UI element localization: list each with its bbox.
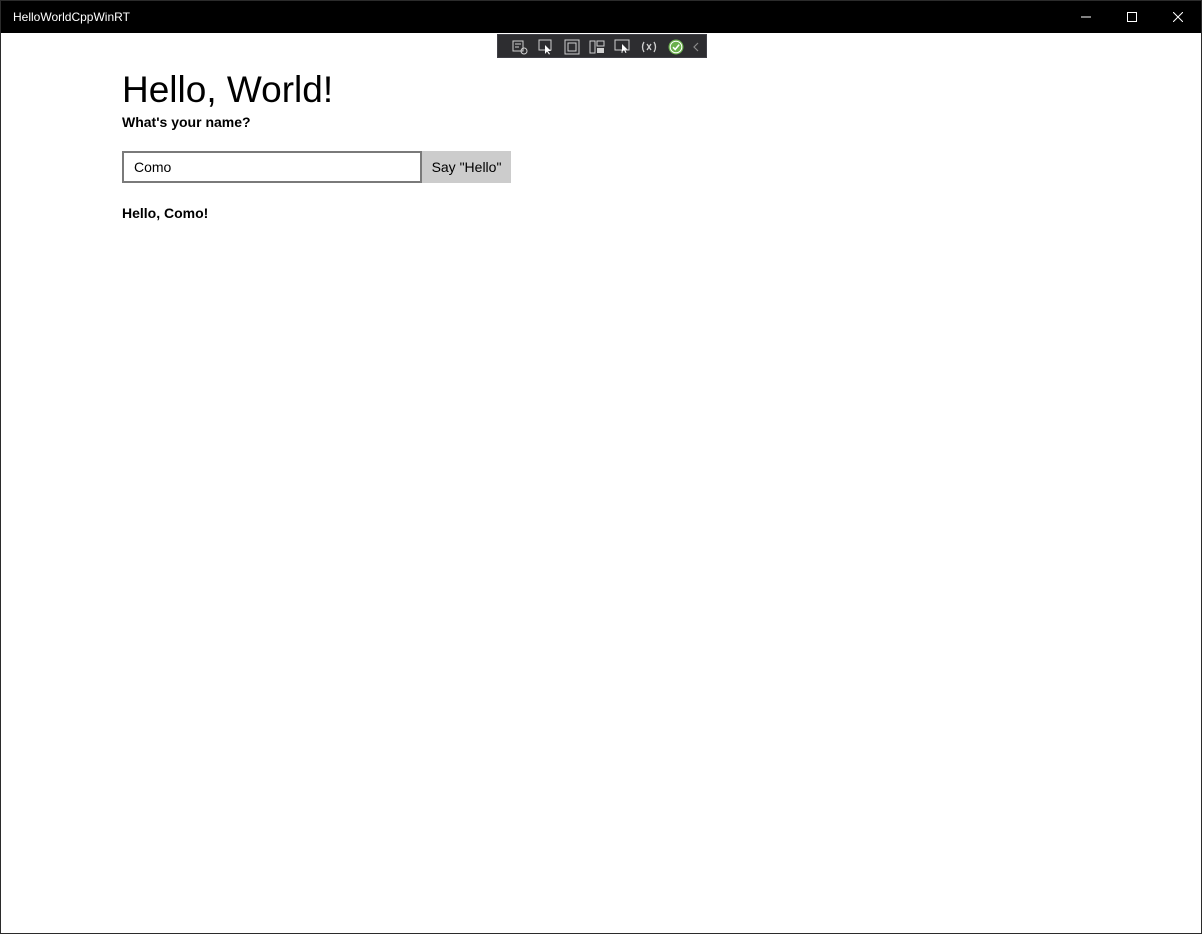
maximize-icon: [1127, 12, 1137, 22]
select-element-icon[interactable]: [537, 38, 555, 56]
close-button[interactable]: [1155, 1, 1201, 33]
name-prompt-label: What's your name?: [122, 114, 251, 130]
live-visual-tree-icon[interactable]: [511, 38, 529, 56]
title-bar[interactable]: HelloWorldCppWinRT: [1, 1, 1201, 33]
minimize-button[interactable]: [1063, 1, 1109, 33]
name-input[interactable]: [122, 151, 422, 183]
maximize-button[interactable]: [1109, 1, 1155, 33]
say-hello-button[interactable]: Say "Hello": [422, 151, 511, 183]
display-layout-adorners-icon[interactable]: [563, 38, 581, 56]
hot-reload-ok-icon[interactable]: [667, 38, 685, 56]
xaml-hot-reload-icon[interactable]: [640, 38, 658, 56]
app-window: HelloWorldCppWinRT Hello, World! What's …: [0, 0, 1202, 934]
xaml-debug-toolbar: [497, 34, 707, 58]
track-focus-icon[interactable]: [588, 38, 606, 56]
page-title: Hello, World!: [122, 69, 334, 110]
collapse-toolbar-icon[interactable]: [690, 38, 702, 56]
window-title: HelloWorldCppWinRT: [13, 10, 130, 24]
close-icon: [1173, 12, 1183, 22]
preview-selection-icon[interactable]: [613, 38, 631, 56]
greeting-output: Hello, Como!: [122, 205, 209, 221]
minimize-icon: [1081, 12, 1091, 22]
